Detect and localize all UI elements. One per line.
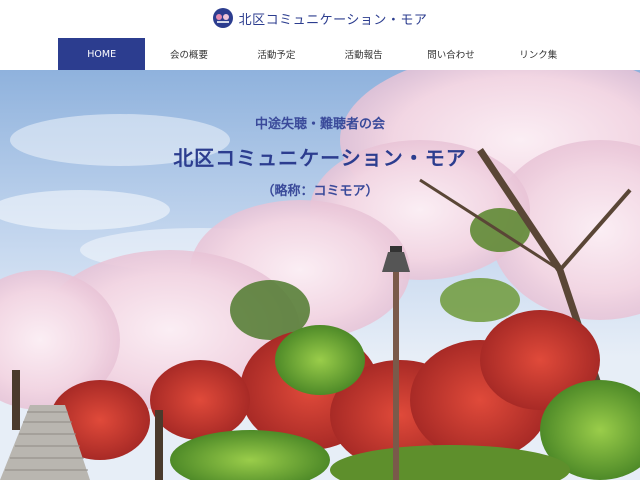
nav-item-reports[interactable]: 活動報告 bbox=[319, 38, 408, 70]
nav-item-about[interactable]: 会の概要 bbox=[145, 38, 233, 70]
hero-title: 北区コミュニケーション・モア bbox=[173, 146, 467, 170]
nav-item-contact[interactable]: 問い合わせ bbox=[407, 38, 495, 70]
site-title[interactable]: 北区コミュニケーション・モア bbox=[239, 9, 428, 28]
circle-logo-icon bbox=[212, 8, 233, 28]
hero-abbreviation: （略称：コミモア） bbox=[261, 184, 379, 199]
brand[interactable]: 北区コミュニケーション・モア bbox=[0, 8, 640, 30]
hero-banner: 中途失聴・難聴者の会 北区コミュニケーション・モア （略称：コミモア） bbox=[0, 70, 640, 480]
hero-subtitle: 中途失聴・難聴者の会 bbox=[254, 117, 385, 132]
nav-item-links[interactable]: リンク集 bbox=[494, 38, 582, 70]
nav-item-home[interactable]: HOME bbox=[58, 38, 146, 70]
main-nav: HOME 会の概要 活動予定 活動報告 問い合わせ リンク集 bbox=[58, 38, 582, 70]
nav-item-schedule[interactable]: 活動予定 bbox=[232, 38, 320, 70]
site-header: 北区コミュニケーション・モア bbox=[0, 0, 640, 38]
